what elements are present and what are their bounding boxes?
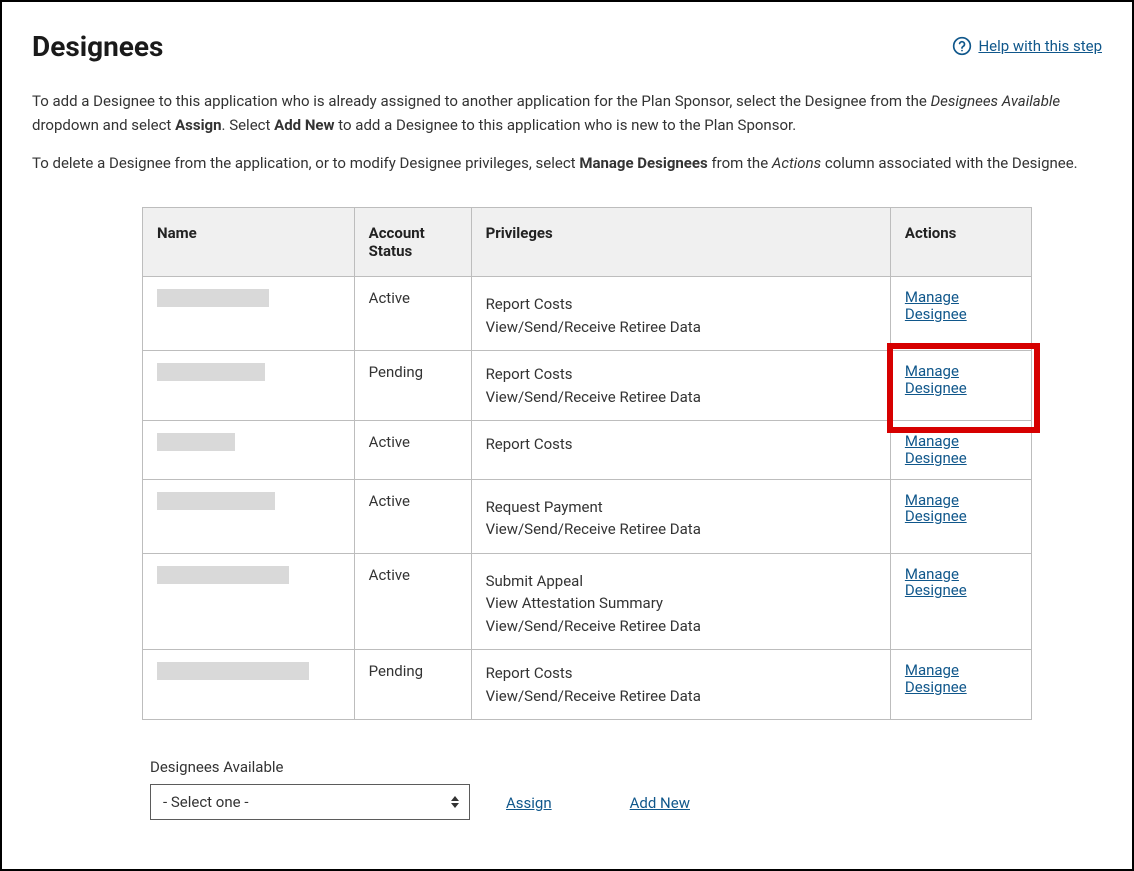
status-cell: Active: [354, 553, 471, 650]
redacted-name: [157, 662, 309, 680]
intro-paragraph-1: To add a Designee to this application wh…: [32, 89, 1102, 137]
table-row: Active Report Costs Manage Designee: [143, 421, 1032, 480]
table-row: Active Request Payment View/Send/Receive…: [143, 479, 1032, 553]
status-cell: Pending: [354, 650, 471, 720]
col-status: Account Status: [354, 208, 471, 277]
designees-available-label: Designees Available: [150, 758, 470, 776]
privileges-cell: Report Costs: [471, 421, 890, 480]
question-circle-icon: [952, 36, 972, 56]
col-name: Name: [143, 208, 355, 277]
col-actions: Actions: [890, 208, 1031, 277]
manage-designee-link[interactable]: Manage Designee: [905, 662, 1017, 695]
table-row: Pending Report Costs View/Send/Receive R…: [143, 351, 1032, 421]
manage-designee-link[interactable]: Manage Designee: [905, 289, 1017, 322]
status-cell: Active: [354, 479, 471, 553]
privileges-cell: Submit Appeal View Attestation Summary V…: [471, 553, 890, 650]
header-row: Designees Help with this step: [32, 30, 1102, 89]
help-with-step-link[interactable]: Help with this step: [952, 36, 1102, 56]
assign-link[interactable]: Assign: [506, 794, 552, 812]
col-privileges: Privileges: [471, 208, 890, 277]
redacted-name: [157, 492, 275, 510]
status-cell: Active: [354, 421, 471, 480]
redacted-name: [157, 363, 265, 381]
manage-designee-link[interactable]: Manage Designee: [905, 492, 1017, 525]
privileges-cell: Report Costs View/Send/Receive Retiree D…: [471, 277, 890, 351]
designees-available-group: Designees Available - Select one -: [150, 758, 470, 820]
add-new-link[interactable]: Add New: [630, 794, 690, 812]
table-row: Pending Report Costs View/Send/Receive R…: [143, 650, 1032, 720]
status-cell: Active: [354, 277, 471, 351]
privileges-cell: Report Costs View/Send/Receive Retiree D…: [471, 351, 890, 421]
footer-controls: Designees Available - Select one - Assig…: [150, 758, 1102, 820]
table-row: Active Report Costs View/Send/Receive Re…: [143, 277, 1032, 351]
designees-available-select[interactable]: - Select one -: [150, 784, 470, 820]
privileges-cell: Report Costs View/Send/Receive Retiree D…: [471, 650, 890, 720]
manage-designee-link[interactable]: Manage Designee: [905, 566, 1017, 599]
table-row: Active Submit Appeal View Attestation Su…: [143, 553, 1032, 650]
redacted-name: [157, 566, 289, 584]
table-header-row: Name Account Status Privileges Actions: [143, 208, 1032, 277]
manage-designee-link[interactable]: Manage Designee: [905, 433, 1017, 466]
help-link-label: Help with this step: [978, 37, 1102, 55]
designees-panel: Designees Help with this step To add a D…: [0, 0, 1134, 871]
redacted-name: [157, 433, 235, 451]
designees-table-wrap: Name Account Status Privileges Actions A…: [142, 207, 1032, 720]
redacted-name: [157, 289, 269, 307]
designees-table: Name Account Status Privileges Actions A…: [142, 207, 1032, 720]
privileges-cell: Request Payment View/Send/Receive Retire…: [471, 479, 890, 553]
select-placeholder: - Select one -: [163, 793, 248, 811]
manage-designee-link[interactable]: Manage Designee: [905, 363, 1017, 396]
status-cell: Pending: [354, 351, 471, 421]
intro-paragraph-2: To delete a Designee from the applicatio…: [32, 151, 1102, 175]
page-title: Designees: [32, 30, 163, 63]
select-arrows-icon: [451, 796, 459, 808]
